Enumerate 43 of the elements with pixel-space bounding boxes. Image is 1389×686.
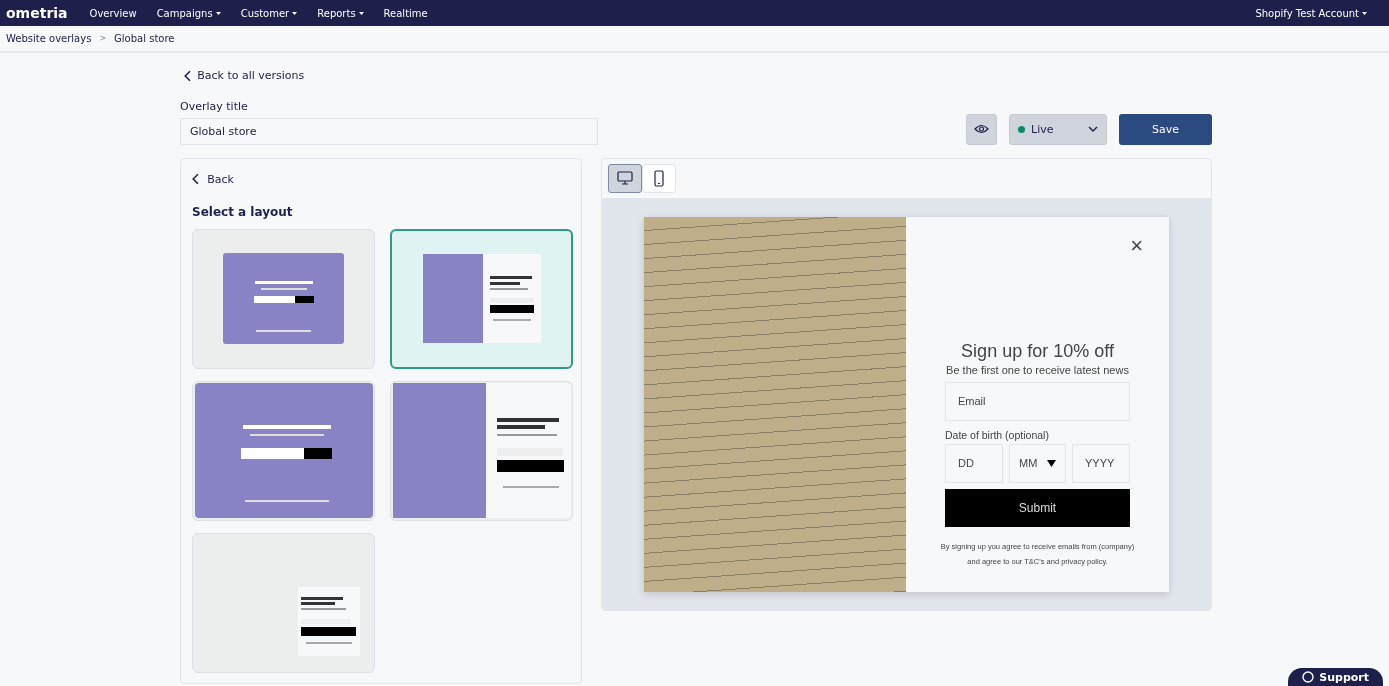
eye-icon [974,124,989,134]
back-link[interactable]: Back to all versions [184,69,305,82]
nav-menu-item[interactable]: Realtime [373,7,438,19]
popup-title: Sign up for 10% off [961,340,1114,362]
breadcrumb-separator: > [99,34,107,43]
layout-thumbnail-drawing [298,586,360,656]
year-field[interactable]: YYYY [1072,443,1130,483]
caret-icon [292,11,298,15]
chevron-left-icon [192,173,200,185]
back-button[interactable]: Back [192,170,571,188]
nav-menu-item[interactable]: Overview [79,7,147,19]
breadcrumb-link[interactable]: Global store [114,33,175,44]
mobile-icon [654,169,664,187]
breadcrumb-link[interactable]: Website overlays [6,33,92,44]
preview-button[interactable] [966,113,997,145]
day-field[interactable]: DD [945,443,1003,483]
caret-icon [1362,11,1367,15]
month-select[interactable]: MM [1009,443,1066,483]
overlay-title-input[interactable]: Global store [180,117,598,145]
email-field[interactable]: Email [945,381,1130,421]
caret-icon [1047,459,1056,467]
help-icon [1302,671,1315,683]
logo[interactable]: ometria [6,5,68,21]
section-heading: Select a layout [192,204,294,219]
chevron-left-icon [184,69,192,82]
desktop-icon [617,171,633,185]
caret-icon [358,11,364,15]
nav-menu-item[interactable]: Campaigns [146,7,231,19]
nav-menu-item[interactable]: Customer [230,7,308,19]
submit-button[interactable]: Submit [945,488,1130,527]
popup-subtitle: Be the first one to receive latest news [946,363,1129,376]
field-label: Overlay title [180,99,249,113]
chevron-down-icon [1088,126,1098,132]
nav-menu-item[interactable]: Reports [307,7,374,19]
status-dropdown[interactable]: Live [1009,113,1107,145]
field-label: Date of birth (optional) [945,428,1049,441]
support-button[interactable]: Support [1288,668,1383,686]
close-button[interactable]: × [1130,234,1143,257]
save-button[interactable]: Save [1119,113,1212,145]
caret-icon [215,11,221,15]
account-menu[interactable]: Shopify Test Account [1245,7,1377,19]
device-toggle[interactable] [608,163,642,193]
layout-option[interactable] [390,228,573,369]
